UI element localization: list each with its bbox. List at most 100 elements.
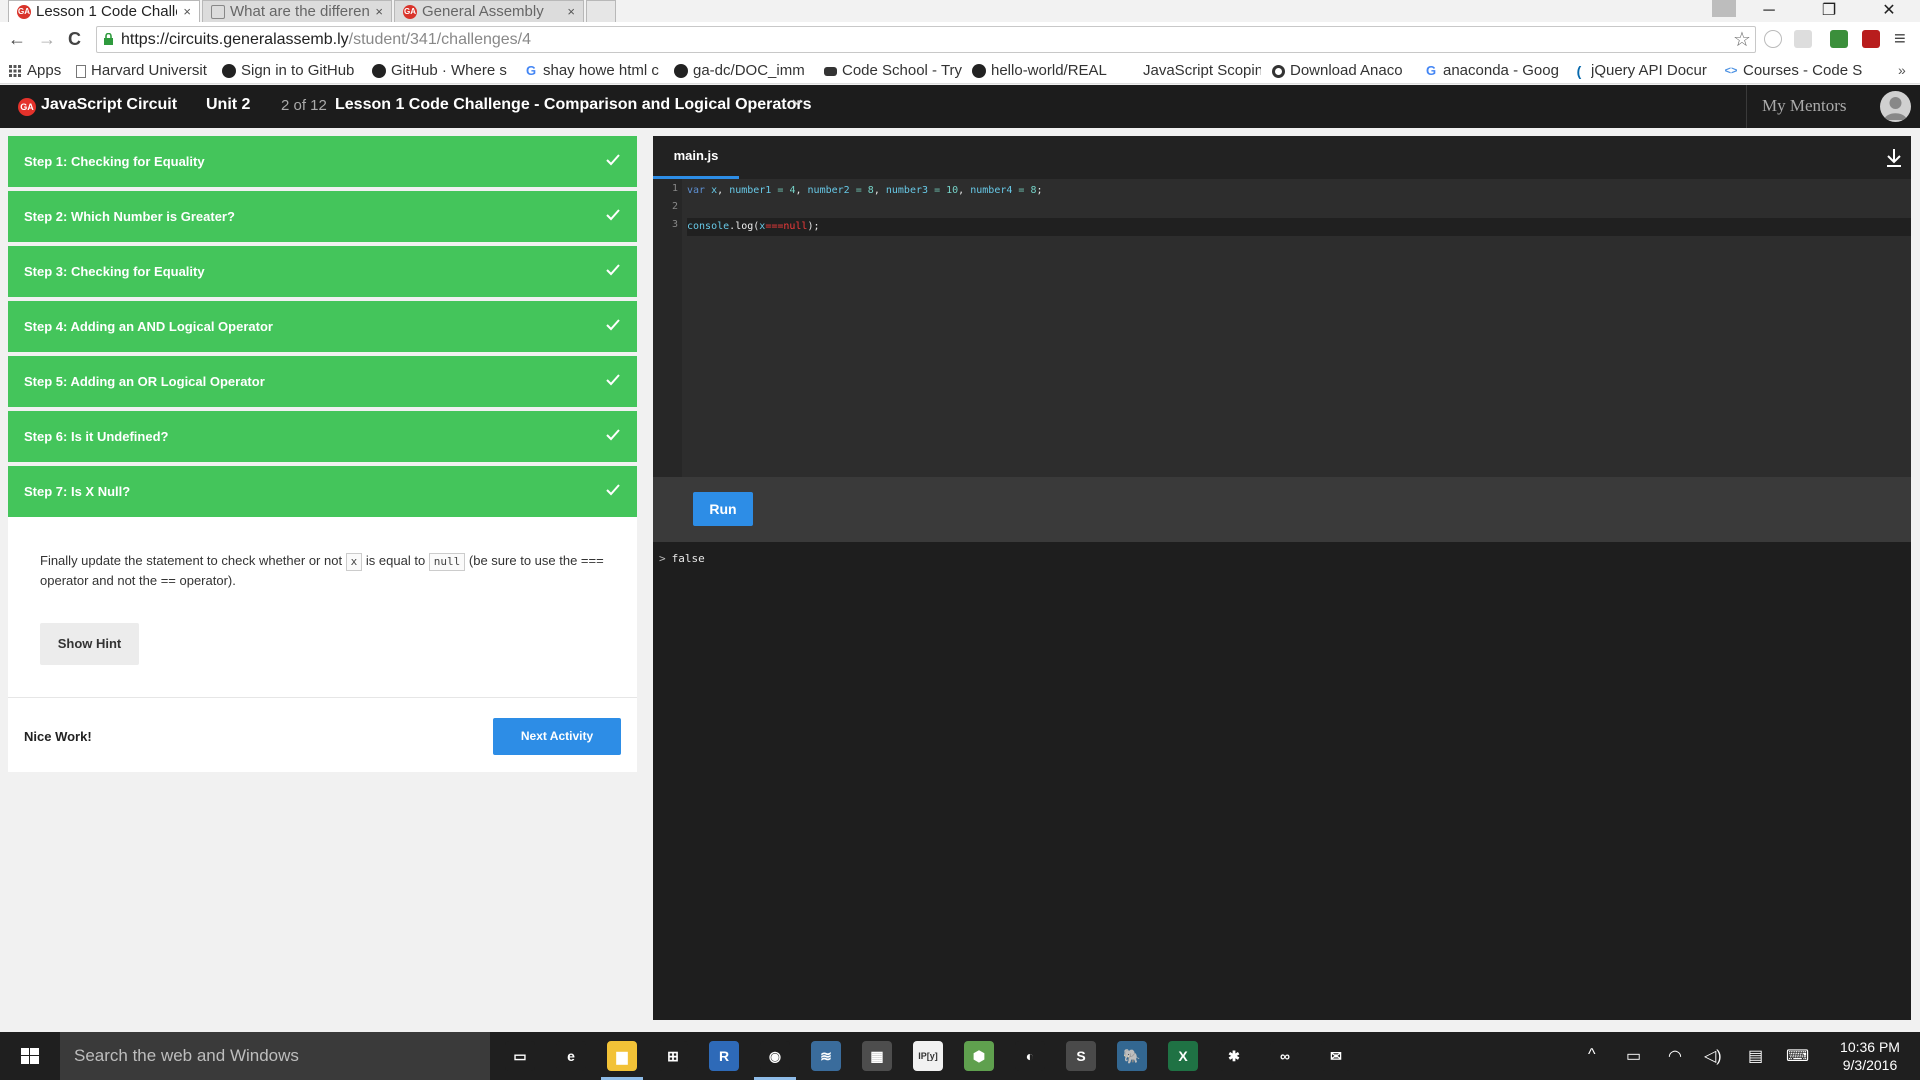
- taskbar-app-slack[interactable]: ✱: [1209, 1032, 1259, 1080]
- taskbar-app-ipython[interactable]: IP[y]: [903, 1032, 953, 1080]
- taskbar-app-edge[interactable]: e: [546, 1032, 596, 1080]
- line-number: 3: [671, 219, 678, 230]
- ga-logo-icon[interactable]: GA: [18, 98, 36, 116]
- browser-tab-general-assembly[interactable]: GA General Assembly ×: [394, 0, 584, 22]
- next-activity-button[interactable]: Next Activity: [493, 718, 621, 755]
- forward-icon[interactable]: →: [38, 29, 56, 50]
- taskbar-app-postgresql[interactable]: 🐘: [1107, 1032, 1157, 1080]
- bookmarks-more-icon[interactable]: »: [1898, 62, 1906, 78]
- bookmark-star-icon[interactable]: ☆: [1733, 27, 1751, 52]
- bookmark-label: JavaScript Scopin: [1143, 62, 1261, 79]
- bookmark-javascript-scoping[interactable]: JavaScript Scopin: [1143, 58, 1261, 84]
- my-mentors-link[interactable]: My Mentors: [1762, 96, 1847, 116]
- step-item-1[interactable]: Step 1: Checking for Equality: [8, 136, 637, 187]
- task-view-icon: ▭: [505, 1041, 535, 1071]
- step-item-3[interactable]: Step 3: Checking for Equality: [8, 246, 637, 297]
- github-icon: [372, 64, 386, 78]
- extension-puzzle-icon[interactable]: [1794, 30, 1812, 48]
- battery-icon[interactable]: ▭: [1626, 1046, 1641, 1066]
- code-line-1[interactable]: var x, number1 = 4, number2 = 8, number3…: [687, 182, 1911, 200]
- close-icon[interactable]: ×: [567, 4, 575, 19]
- code-line-2[interactable]: [687, 200, 1911, 218]
- code-editor-panel: main.js 1 2 3 var x, number1 = 4, number…: [653, 136, 1911, 1020]
- line-number-gutter: 1 2 3: [653, 179, 682, 477]
- bookmark-apps[interactable]: Apps: [8, 58, 68, 84]
- windows-start-button[interactable]: [0, 1032, 60, 1080]
- restore-icon[interactable]: ❐: [1806, 0, 1852, 22]
- browser-tab-what-are[interactable]: What are the differen ×: [202, 0, 392, 22]
- extension-circle-icon[interactable]: [1764, 30, 1782, 48]
- bookmark-ga-dc[interactable]: ga-dc/DOC_imm: [674, 58, 810, 84]
- bookmark-anaconda-google[interactable]: G anaconda - Goog: [1424, 58, 1560, 84]
- bookmark-shay-howe[interactable]: G shay howe html c: [524, 58, 662, 84]
- bookmark-code-school[interactable]: Code School - Try: [824, 58, 962, 84]
- wifi-icon[interactable]: ◠: [1668, 1046, 1682, 1066]
- bookmark-jquery[interactable]: ( jQuery API Docur: [1572, 58, 1712, 84]
- taskbar-app-python[interactable]: ≋: [801, 1032, 851, 1080]
- taskbar-app-calculator[interactable]: ▦: [852, 1032, 902, 1080]
- anaconda-icon: ◐: [1015, 1041, 1045, 1071]
- unit-label[interactable]: Unit 2: [206, 96, 250, 114]
- bookmark-label: shay howe html c: [543, 62, 659, 79]
- taskbar-app-node[interactable]: ⬢: [954, 1032, 1004, 1080]
- taskbar-app-file-explorer[interactable]: ▆: [597, 1032, 647, 1080]
- step-item-6[interactable]: Step 6: Is it Undefined?: [8, 411, 637, 462]
- step-label: Step 1: Checking for Equality: [24, 154, 205, 169]
- code-input-area[interactable]: 1 2 3 var x, number1 = 4, number2 = 8, n…: [653, 179, 1911, 477]
- show-hint-button[interactable]: Show Hint: [40, 623, 139, 665]
- browser-menu-icon[interactable]: ≡: [1894, 28, 1906, 51]
- keyboard-icon[interactable]: ⌨: [1786, 1046, 1809, 1066]
- code-line-3[interactable]: console.log(x===null);: [687, 218, 1911, 236]
- step-item-2[interactable]: Step 2: Which Number is Greater?: [8, 191, 637, 242]
- browser-tab-lesson[interactable]: GA Lesson 1 Code Challe ×: [8, 0, 200, 22]
- chevron-down-icon[interactable]: [792, 98, 802, 106]
- window-close-icon[interactable]: ✕: [1866, 0, 1912, 22]
- taskbar-app-store[interactable]: ⊞: [648, 1032, 698, 1080]
- bookmark-label: Code School - Try: [842, 62, 962, 79]
- circuit-title[interactable]: JavaScript Circuit: [41, 96, 177, 114]
- taskbar-app-infinity[interactable]: ∞: [1260, 1032, 1310, 1080]
- taskbar-app-mail[interactable]: ✉: [1311, 1032, 1361, 1080]
- bookmark-download-anaconda[interactable]: Download Anaco: [1272, 58, 1412, 84]
- browser-tab-strip: GA Lesson 1 Code Challe × What are the d…: [0, 0, 1920, 22]
- lesson-title-dropdown[interactable]: Lesson 1 Code Challenge - Comparison and…: [335, 96, 812, 114]
- code-token: number4: [970, 185, 1013, 196]
- bookmark-hello-world[interactable]: hello-world/REAL: [972, 58, 1112, 84]
- extension-pdf-icon[interactable]: [1862, 30, 1880, 48]
- minimize-icon[interactable]: ─: [1746, 0, 1792, 22]
- taskbar-app-r-language[interactable]: R: [699, 1032, 749, 1080]
- taskbar-app-task-view[interactable]: ▭: [495, 1032, 545, 1080]
- taskbar-app-excel[interactable]: X: [1158, 1032, 1208, 1080]
- file-tab-main-js[interactable]: main.js: [653, 136, 739, 179]
- volume-icon[interactable]: ◁): [1704, 1046, 1722, 1066]
- avatar[interactable]: [1880, 91, 1911, 122]
- step-item-4[interactable]: Step 4: Adding an AND Logical Operator: [8, 301, 637, 352]
- bookmark-courses-code-school[interactable]: <> Courses - Code S: [1724, 58, 1864, 84]
- profile-icon[interactable]: [1712, 0, 1736, 17]
- extension-shield-icon[interactable]: [1830, 30, 1848, 48]
- run-button[interactable]: Run: [693, 492, 753, 526]
- taskbar-app-anaconda[interactable]: ◐: [1005, 1032, 1055, 1080]
- close-icon[interactable]: ×: [183, 4, 191, 19]
- checkmark-icon: [606, 374, 620, 386]
- download-icon[interactable]: [1885, 148, 1903, 168]
- bookmark-github[interactable]: GitHub · Where s: [372, 58, 512, 84]
- step-item-5[interactable]: Step 5: Adding an OR Logical Operator: [8, 356, 637, 407]
- bookmark-github-signin[interactable]: Sign in to GitHub: [222, 58, 360, 84]
- tray-chevron-icon[interactable]: ^: [1588, 1046, 1596, 1064]
- taskbar-search-input[interactable]: Search the web and Windows: [60, 1032, 490, 1080]
- taskbar-app-sublime[interactable]: S: [1056, 1032, 1106, 1080]
- close-icon[interactable]: ×: [375, 4, 383, 19]
- lock-icon: [104, 33, 113, 45]
- new-tab-button[interactable]: [586, 0, 616, 22]
- bookmark-harvard[interactable]: Harvard Universit: [76, 58, 212, 84]
- step-item-7[interactable]: Step 7: Is X Null?: [8, 466, 637, 517]
- notification-icon[interactable]: ▤: [1748, 1046, 1763, 1066]
- run-toolbar: Run: [653, 477, 1911, 542]
- system-clock[interactable]: 10:36 PM 9/3/2016: [1830, 1038, 1910, 1074]
- reload-icon[interactable]: C: [68, 29, 81, 50]
- clock-date: 9/3/2016: [1842, 1057, 1898, 1073]
- back-icon[interactable]: ←: [8, 29, 26, 50]
- taskbar-app-chrome[interactable]: ◉: [750, 1032, 800, 1080]
- address-bar[interactable]: https://circuits.generalassemb.ly/studen…: [96, 26, 1756, 53]
